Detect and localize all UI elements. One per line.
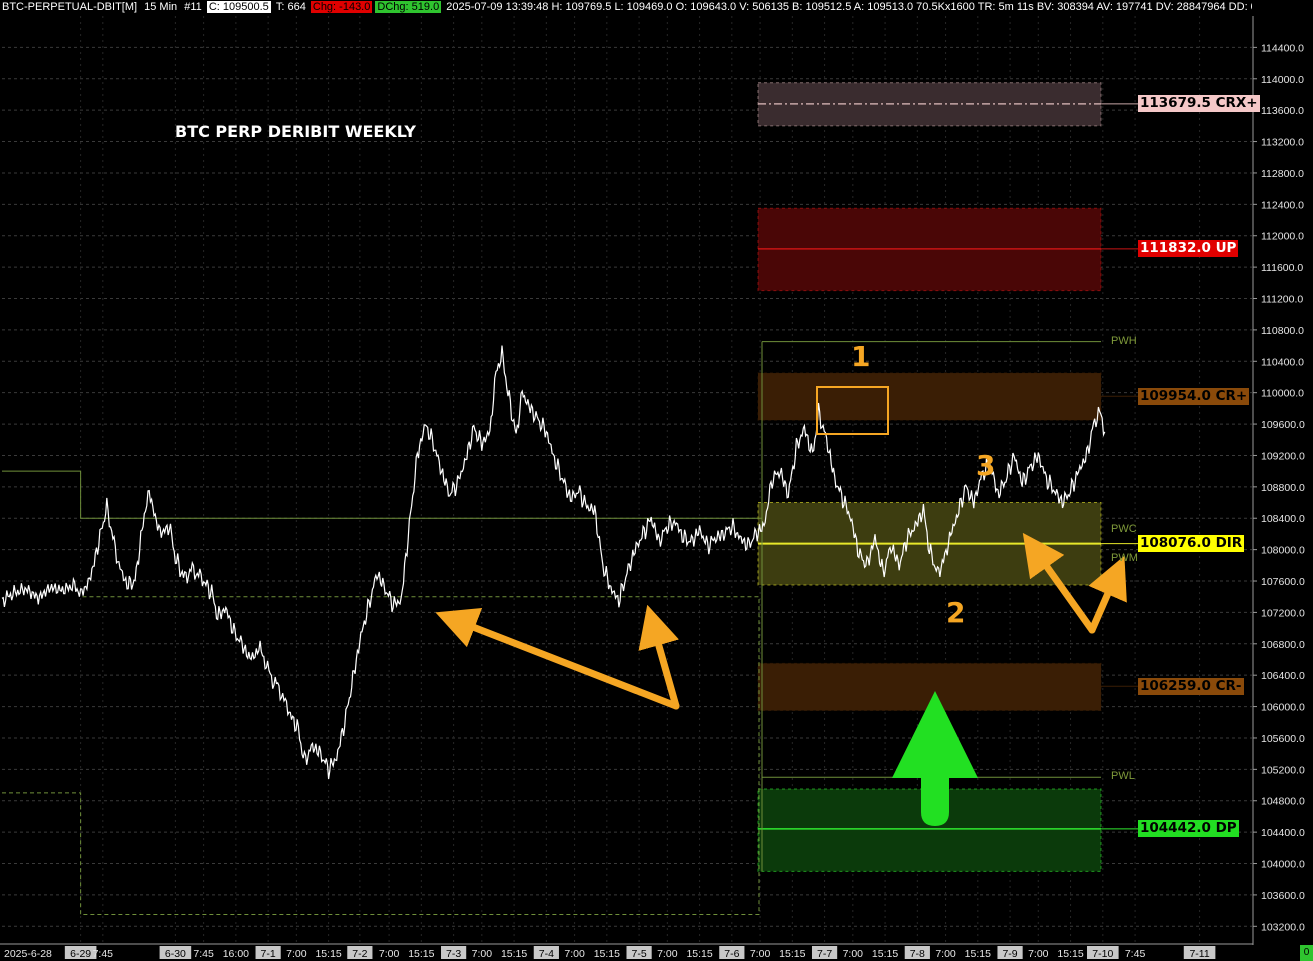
date-tick-label: 7-8	[910, 948, 925, 960]
time-tick-label: 7:00	[935, 948, 956, 960]
time-tick-label: 15:15	[965, 948, 991, 960]
price-tick-label: 107600.0	[1261, 576, 1305, 588]
date-tick-label: 6-30	[165, 948, 186, 960]
annotation-2: 2	[946, 596, 966, 629]
price-chart[interactable]: 109500.5 103200.0103600.0104000.0104400.…	[0, 0, 1313, 961]
price-tick-label: 111200.0	[1261, 294, 1303, 306]
price-axis: 103200.0 103600.0 104000.0 104400.0 104800.0…	[1252, 0, 1313, 961]
price-tick-label: 104800.0	[1261, 796, 1305, 808]
time-tick-label: 7:45	[193, 948, 214, 960]
ref-label-PWH: PWH	[1111, 334, 1137, 347]
ref-label-PWC: PWC	[1111, 523, 1137, 535]
price-tick-label: 104400.0	[1261, 827, 1305, 839]
price-tick-label: 103600.0	[1261, 890, 1305, 902]
time-tick-label: 15:15	[872, 948, 898, 960]
time-tick-label: 7:00	[564, 948, 585, 960]
level-tag-DIR: 108076.0 DIR	[1138, 535, 1245, 553]
time-tick-label: 15:15	[779, 948, 805, 960]
date-tick-label: 7-1	[261, 948, 276, 960]
orange-arrow-left-1	[435, 608, 680, 710]
date-tick-label: 7-4	[539, 948, 554, 960]
status-badge: 0	[1300, 945, 1313, 961]
level-tag-CRX+: 113679.5 CRX+	[1138, 95, 1260, 113]
date-tick-label: 7-6	[724, 948, 739, 960]
price-tick-label: 113600.0	[1261, 105, 1304, 117]
price-tick-label: 106400.0	[1261, 670, 1305, 682]
price-tick-label: 110000.0	[1261, 388, 1304, 400]
drawing-overlays	[435, 386, 1127, 826]
level-tag-CR-: 106259.0 CR-	[1138, 677, 1244, 695]
price-tick-label: 108400.0	[1261, 513, 1305, 525]
time-tick-label: 7:00	[472, 948, 493, 960]
date-tick-label: 7-9	[1002, 948, 1017, 960]
time-tick-label: 15:15	[1057, 948, 1083, 960]
time-tick-label: 7:45	[93, 948, 114, 960]
time-tick-label: 7:00	[843, 948, 864, 960]
time-axis: 2025-6-28 6-29 7:45 6-30 7:45 16:00 7-1 7:00 15:…	[0, 943, 1253, 961]
prior-week-range-lines	[2, 596, 760, 916]
date-tick-label: 6-29	[70, 948, 91, 960]
chart-title: BTC PERP DERIBIT WEEKLY	[175, 122, 417, 141]
ref-label-PWM: PWM	[1111, 552, 1138, 565]
ref-label-PWL: PWL	[1111, 770, 1135, 783]
date-tick-label: 7-3	[446, 948, 461, 960]
price-tick-label: 112400.0	[1261, 199, 1304, 211]
price-tick-label: 108000.0	[1261, 545, 1305, 557]
time-tick-label: 15:15	[408, 948, 434, 960]
time-tick-label: 15:15	[686, 948, 712, 960]
price-tick-label: 112000.0	[1261, 231, 1304, 243]
time-tick-label: 15:15	[594, 948, 620, 960]
price-tick-label: 110400.0	[1261, 356, 1304, 368]
price-tick-label: 114000.0	[1261, 74, 1304, 86]
prior-week-close-line	[2, 470, 762, 519]
price-tick-label: 110800.0	[1261, 325, 1304, 337]
annotation-1: 1	[851, 340, 871, 373]
date-tick-label: 7-7	[817, 948, 832, 960]
time-tick-label: 15:15	[315, 948, 341, 960]
price-tick-label: 112800.0	[1261, 168, 1304, 180]
price-tick-label: 111600.0	[1261, 262, 1303, 274]
date-tick-label: 7-2	[352, 948, 367, 960]
time-tick-label: 2025-6-28	[4, 948, 52, 960]
price-tick-label: 108800.0	[1261, 482, 1305, 494]
time-tick-label: 7:00	[1028, 948, 1049, 960]
time-tick-label: 7:45	[1125, 948, 1146, 960]
date-tick-label: 7-11	[1189, 948, 1209, 960]
price-tick-label: 104000.0	[1261, 859, 1305, 871]
price-tick-label: 106000.0	[1261, 702, 1305, 714]
time-tick-label: 7:00	[657, 948, 678, 960]
price-tick-label: 105600.0	[1261, 733, 1305, 745]
orange-arrow-left-2	[638, 604, 680, 710]
price-tick-label: 113200.0	[1261, 137, 1304, 149]
level-tag-DP: 104442.0 DP	[1138, 820, 1239, 838]
time-tick-label: 7:00	[379, 948, 400, 960]
price-tick-label: 103200.0	[1261, 921, 1305, 933]
time-tick-label: 16:00	[223, 948, 249, 960]
time-tick-label: 15:15	[501, 948, 527, 960]
annotation-3: 3	[976, 449, 996, 482]
price-tick-label: 114400.0	[1261, 42, 1304, 54]
price-tick-label: 109600.0	[1261, 419, 1305, 431]
price-tick-label: 107200.0	[1261, 607, 1305, 619]
date-tick-label: 7-10	[1092, 948, 1113, 960]
price-tick-label: 109200.0	[1261, 450, 1305, 462]
time-tick-label: 7:00	[750, 948, 771, 960]
level-tag-CR+: 109954.0 CR+	[1138, 387, 1250, 405]
date-tick-label: 7-5	[632, 948, 647, 960]
time-tick-label: 7:00	[286, 948, 307, 960]
price-tick-label: 106800.0	[1261, 639, 1305, 651]
price-tick-label: 105200.0	[1261, 764, 1305, 776]
level-tag-UP: 111832.0 UP	[1138, 240, 1239, 258]
